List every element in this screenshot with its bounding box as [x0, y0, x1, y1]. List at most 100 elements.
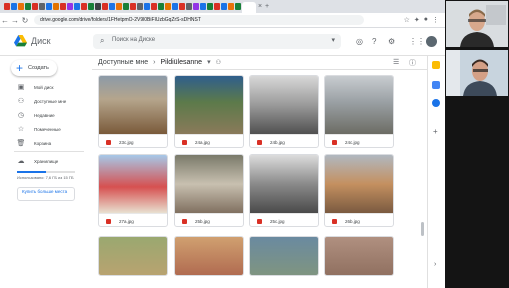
browser-tab[interactable] — [18, 3, 24, 10]
browser-tab[interactable] — [81, 3, 87, 10]
drive-icon: ▣ — [17, 84, 25, 91]
browser-tab[interactable] — [39, 3, 45, 10]
browser-tab[interactable] — [200, 3, 206, 10]
browser-tab[interactable] — [95, 3, 101, 10]
url-field[interactable]: drive.google.com/drive/folders/1FHetpmO-… — [34, 15, 364, 25]
breadcrumb-parent[interactable]: Доступные мне — [98, 59, 148, 66]
apps-grid-icon[interactable]: ⋮⋮ — [409, 37, 425, 46]
sidebar-item-shared[interactable]: ⚇ Доступные мне — [0, 95, 90, 107]
file-thumbnail — [250, 237, 318, 275]
sidebar-item-label: Помеченные — [34, 126, 61, 132]
info-icon[interactable]: ⓘ — [409, 58, 416, 68]
create-button[interactable]: + Создать — [11, 60, 57, 76]
sidebar-item-my-drive[interactable]: ▣ Мой диск — [0, 81, 90, 93]
browser-tab[interactable] — [88, 3, 94, 10]
drive-logo-icon[interactable] — [14, 35, 27, 47]
sidebar-item-label: Мой диск — [34, 84, 54, 90]
file-name: 24c.jpg — [345, 139, 360, 145]
file-thumbnail — [250, 76, 318, 134]
forward-icon[interactable]: → — [10, 16, 20, 25]
add-addon-icon[interactable]: + — [433, 127, 438, 136]
storage-usage-text: Использовано: 7,6 ГБ из 15 ГБ — [17, 175, 74, 180]
new-tab-icon[interactable]: + — [264, 3, 270, 10]
file-card[interactable]: 25c.jpg — [249, 154, 319, 227]
browser-tab[interactable] — [116, 3, 122, 10]
file-card[interactable]: 26b.jpg — [324, 154, 394, 227]
browser-tab[interactable] — [179, 3, 185, 10]
avatar[interactable] — [426, 36, 437, 47]
sidebar-item-storage[interactable]: ☁ Хранилище — [0, 155, 90, 167]
calendar-icon[interactable] — [432, 81, 440, 89]
browser-tab[interactable] — [151, 3, 157, 10]
file-card[interactable]: 25b.jpg — [174, 154, 244, 227]
breadcrumb-current[interactable]: Pildiülesanne — [160, 59, 202, 66]
search-box[interactable]: ⌕ Поиск на Диске ▾ — [93, 34, 341, 49]
offline-status-icon[interactable]: ◎ — [356, 37, 363, 46]
browser-tab[interactable] — [235, 3, 241, 10]
sidebar-item-trash[interactable]: 🗑 Корзина — [0, 137, 90, 149]
file-card[interactable]: 27a.jpg — [98, 154, 168, 227]
browser-tab[interactable] — [137, 3, 143, 10]
browser-tab[interactable] — [144, 3, 150, 10]
search-input[interactable]: Поиск на Диске — [112, 37, 155, 43]
create-button-label: Создать — [28, 65, 49, 71]
menu-icon[interactable]: ⋮ — [432, 16, 439, 24]
buy-storage-button[interactable]: Купить больше места — [17, 187, 75, 201]
file-card[interactable]: 24b.jpg — [249, 75, 319, 148]
bookmark-star-icon[interactable]: ☆ — [404, 16, 410, 24]
file-thumbnail — [325, 76, 393, 134]
sidebar-item-starred[interactable]: ☆ Помеченные — [0, 123, 90, 135]
drive-header: Диск ⌕ Поиск на Диске ▾ ◎ ? ⚙ ⋮⋮ — [0, 28, 445, 56]
browser-tab[interactable] — [109, 3, 115, 10]
browser-tab[interactable] — [25, 3, 31, 10]
browser-tab[interactable] — [172, 3, 178, 10]
browser-tab-active[interactable] — [242, 2, 256, 13]
file-card[interactable]: 23c.jpg — [98, 75, 168, 148]
file-card[interactable]: 24c.jpg — [324, 75, 394, 148]
browser-tab[interactable] — [221, 3, 227, 10]
browser-tab[interactable] — [102, 3, 108, 10]
browser-tab[interactable] — [46, 3, 52, 10]
file-card[interactable] — [324, 236, 394, 276]
keep-icon[interactable] — [432, 61, 440, 69]
browser-tab[interactable] — [165, 3, 171, 10]
list-view-icon[interactable]: ☰ — [393, 58, 399, 66]
close-tab-icon[interactable]: × — [257, 3, 263, 10]
back-icon[interactable]: ← — [0, 16, 10, 25]
browser-tab[interactable] — [228, 3, 234, 10]
browser-tab[interactable] — [186, 3, 192, 10]
file-card[interactable]: 24a.jpg — [174, 75, 244, 148]
extensions-icon[interactable]: ✦ — [414, 16, 420, 24]
browser-tab[interactable] — [53, 3, 59, 10]
file-card[interactable] — [98, 236, 168, 276]
browser-tab[interactable] — [130, 3, 136, 10]
settings-icon[interactable]: ⚙ — [388, 37, 395, 46]
file-card[interactable] — [249, 236, 319, 276]
browser-tab[interactable] — [67, 3, 73, 10]
video-call-panel — [445, 0, 509, 288]
browser-tab[interactable] — [207, 3, 213, 10]
help-icon[interactable]: ? — [372, 37, 376, 46]
chevron-right-icon[interactable]: › — [434, 261, 436, 268]
browser-tab[interactable] — [11, 3, 17, 10]
chevron-down-icon[interactable]: ▾ — [207, 58, 211, 66]
profile-icon[interactable]: ● — [424, 16, 428, 24]
browser-tab[interactable] — [74, 3, 80, 10]
file-card[interactable] — [174, 236, 244, 276]
reload-icon[interactable]: ↻ — [20, 16, 30, 25]
browser-tab[interactable] — [158, 3, 164, 10]
browser-tab[interactable] — [123, 3, 129, 10]
storage-progress-bar — [17, 171, 75, 173]
browser-tab[interactable] — [60, 3, 66, 10]
sidebar: + Создать ▣ Мой диск ⚇ Доступные мне ◷ Н… — [0, 55, 92, 288]
browser-tab[interactable] — [214, 3, 220, 10]
file-name: 24b.jpg — [270, 139, 285, 145]
search-icon[interactable]: ⌕ — [100, 36, 104, 46]
browser-tab[interactable] — [4, 3, 10, 10]
scrollbar[interactable] — [421, 222, 424, 236]
search-options-icon[interactable]: ▾ — [331, 36, 335, 44]
browser-tab[interactable] — [193, 3, 199, 10]
sidebar-item-recent[interactable]: ◷ Недавние — [0, 109, 90, 121]
tasks-icon[interactable] — [432, 99, 440, 107]
browser-tab[interactable] — [32, 3, 38, 10]
